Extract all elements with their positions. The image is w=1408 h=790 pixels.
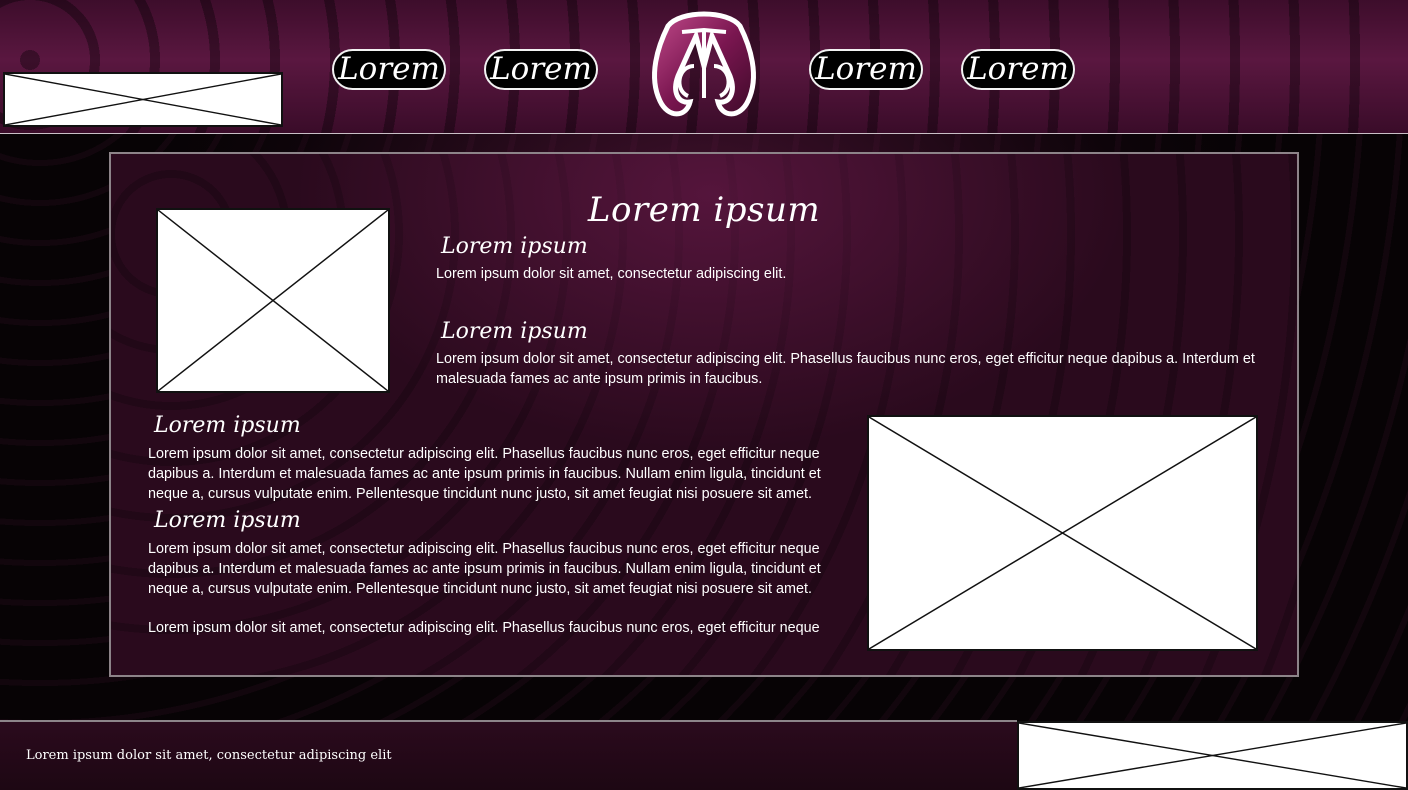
nav-item-1[interactable]: Lorem: [332, 49, 446, 90]
nav-item-3[interactable]: Lorem: [809, 49, 923, 90]
placeholder-cross-icon: [158, 210, 388, 391]
footer-text: Lorem ipsum dolor sit amet, consectetur …: [26, 748, 392, 763]
placeholder-cross-icon: [1019, 723, 1406, 788]
placeholder-cross-icon: [869, 417, 1256, 649]
nav-item-4[interactable]: Lorem: [961, 49, 1075, 90]
nav-item-2[interactable]: Lorem: [484, 49, 598, 90]
section-text-2: Lorem ipsum dolor sit amet, consectetur …: [436, 351, 1255, 387]
placeholder-cross-icon: [5, 74, 281, 125]
header-banner-placeholder-image: [3, 72, 283, 127]
section-heading-1: Lorem ipsum: [441, 234, 588, 259]
footer-placeholder-image: [1017, 721, 1408, 790]
extra-paragraph: Lorem ipsum dolor sit amet, consectetur …: [148, 620, 820, 636]
ar-logo[interactable]: [638, 6, 770, 126]
section-text-3: Lorem ipsum dolor sit amet, consectetur …: [148, 446, 821, 502]
section-heading-4: Lorem ipsum: [154, 508, 301, 533]
content-image-2: [867, 415, 1258, 651]
section-text-4: Lorem ipsum dolor sit amet, consectetur …: [148, 541, 821, 597]
section-heading-2: Lorem ipsum: [441, 319, 588, 344]
section-text-1: Lorem ipsum dolor sit amet, consectetur …: [436, 266, 787, 282]
section-heading-3: Lorem ipsum: [154, 413, 301, 438]
content-image-1: [156, 208, 390, 393]
